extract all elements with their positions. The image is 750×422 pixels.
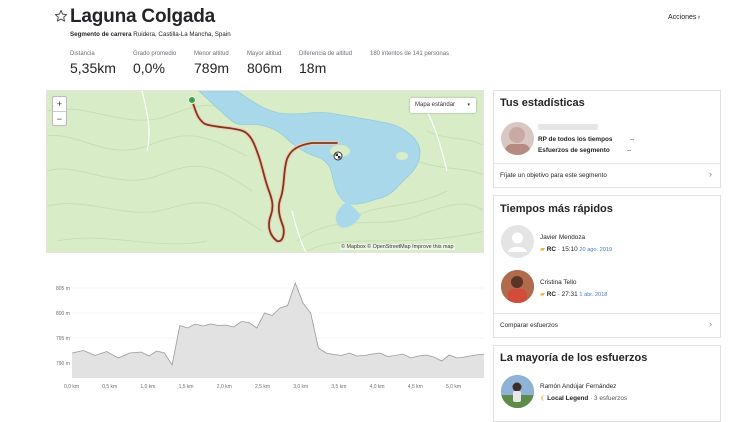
efforts-value: --	[627, 147, 632, 154]
stat-label: Menor altitud	[194, 51, 229, 57]
x-tick-label: 1,5 km	[179, 384, 194, 390]
avatar[interactable]	[501, 122, 534, 155]
x-tick-label: 4,5 km	[408, 384, 423, 390]
map-zoom-control: + −	[52, 96, 67, 126]
set-goal-link[interactable]: Fíjate un objetivo para este segmento	[500, 172, 607, 179]
x-tick-label: 2,5 km	[255, 384, 270, 390]
actions-menu-button[interactable]: Acciones˅	[668, 14, 700, 21]
attempts-count: 180 intentos de 141 personas	[370, 51, 450, 57]
athlete-name[interactable]: Cristina Tello	[540, 279, 576, 286]
y-tick-label: 805 m	[56, 286, 70, 292]
x-tick-label: 1,0 km	[140, 384, 155, 390]
zoom-out-button[interactable]: −	[53, 111, 66, 125]
efforts-count: 3 esfuerzos	[594, 395, 628, 402]
map-attribution[interactable]: © Mapbox © OpenStreetMap Improve this ma…	[340, 244, 455, 250]
segment-subtitle: Segmento de carrera Ruidera, Castilla-La…	[70, 31, 231, 38]
pr-value: --	[630, 136, 635, 143]
caret-down-icon: ▾	[467, 102, 470, 108]
effort-summary: ▰ RC · 15:10 20 ago. 2019	[540, 245, 612, 253]
user-name-blurred	[538, 124, 598, 130]
trophy-icon: ▰	[540, 291, 545, 298]
card-title: La mayoría de los esfuerzos	[500, 352, 648, 364]
card-title: Tus estadísticas	[500, 97, 585, 109]
athlete-name[interactable]: Ramón Andújar Fernández	[540, 383, 616, 390]
segment-type: Segmento de carrera	[70, 31, 132, 38]
stat-label: Diferencia de altitud	[299, 51, 353, 57]
laurel-icon: ❨	[540, 395, 546, 402]
map-style-label: Mapa estándar	[415, 102, 456, 108]
stat-label: Grado promedio	[133, 51, 177, 57]
x-tick-label: 2,0 km	[217, 384, 232, 390]
most-efforts-card: La mayoría de los esfuerzos Ramón Andúja…	[493, 345, 721, 422]
y-tick-label: 790 m	[56, 361, 70, 367]
chevron-right-icon[interactable]: ›	[709, 319, 712, 329]
effort-time: 27:31	[561, 291, 578, 298]
stat-distance: Distancia 5,35km	[70, 51, 116, 76]
stat-value: 0,0%	[133, 60, 165, 76]
y-tick-label: 795 m	[56, 336, 70, 342]
route-start-marker	[188, 96, 196, 104]
zoom-in-button[interactable]: +	[53, 97, 66, 111]
local-legend-summary: ❨ Local Legend · 3 esfuerzos	[540, 394, 627, 402]
effort-date[interactable]: 20 ago. 2019	[579, 247, 612, 253]
stat-value: 5,35km	[70, 60, 116, 76]
trophy-icon: ▰	[540, 246, 545, 253]
avatar[interactable]	[501, 375, 534, 408]
avatar-placeholder[interactable]	[501, 225, 534, 258]
athlete-name[interactable]: Javier Mendoza	[540, 234, 585, 241]
page-title: Laguna Colgada	[70, 6, 215, 27]
course-record-badge: RC	[546, 291, 556, 298]
x-tick-label: 3,5 km	[331, 384, 346, 390]
x-tick-label: 3,0 km	[293, 384, 308, 390]
lake-island	[396, 152, 408, 160]
chevron-right-icon[interactable]: ›	[709, 169, 712, 179]
divider	[494, 313, 720, 314]
map-style-dropdown[interactable]: Mapa estándar ▾	[410, 98, 476, 113]
elevation-y-axis: 805 m 800 m 795 m 790 m	[56, 286, 70, 367]
actions-label: Acciones	[668, 14, 697, 21]
separator: ·	[590, 395, 593, 402]
card-title: Tiempos más rápidos	[500, 203, 613, 215]
stat-average-grade: Grado promedio 0,0%	[133, 51, 176, 76]
effort-summary: ▰ RC · 27:31 1 abr. 2018	[540, 290, 607, 298]
stat-value: 806m	[247, 60, 283, 76]
map-canvas[interactable]	[47, 91, 484, 253]
effort-date[interactable]: 1 abr. 2018	[579, 292, 607, 298]
stat-elevation-difference: Diferencia de altitud 18m	[299, 51, 352, 76]
elevation-profile[interactable]: 805 m 800 m 795 m 790 m 0,0 km 0,5 km 1,0 km 1…	[46, 266, 484, 394]
efforts-label: Esfuerzos de segmento	[538, 147, 610, 154]
stat-lowest-elevation: Menor altitud 789m	[194, 51, 229, 76]
fastest-times-card: Tiempos más rápidos Javier Mendoza ▰ RC …	[493, 195, 721, 338]
stat-value: 789m	[194, 60, 230, 76]
elevation-x-axis: 0,0 km 0,5 km 1,0 km 1,5 km 2,0 km 2,5 km 3,0 …	[64, 384, 461, 390]
pr-label: RP de todos los tiempos	[538, 136, 613, 143]
stat-label: Distancia	[70, 51, 95, 57]
your-stats-card: Tus estadísticas RP de todos los tiempos…	[493, 90, 721, 188]
x-tick-label: 4,0 km	[370, 384, 385, 390]
stat-label: Mayor altitud	[247, 51, 282, 57]
y-tick-label: 800 m	[56, 311, 70, 317]
star-icon[interactable]	[54, 9, 68, 23]
elevation-area	[72, 283, 484, 378]
segment-location: Ruidera, Castilla-La Mancha, Spain	[133, 31, 231, 38]
x-tick-label: 0,5 km	[102, 384, 117, 390]
course-record-badge: RC	[546, 246, 556, 253]
stat-highest-elevation: Mayor altitud 806m	[247, 51, 282, 76]
divider	[494, 163, 720, 164]
avatar[interactable]	[501, 270, 534, 303]
x-tick-label: 0,0 km	[64, 384, 79, 390]
x-tick-label: 5,0 km	[446, 384, 461, 390]
chevron-down-icon: ˅	[697, 15, 701, 21]
route-finish-marker	[333, 151, 343, 161]
separator: ·	[557, 291, 560, 298]
effort-time: 15:10	[561, 246, 578, 253]
local-legend-badge: Local Legend	[547, 395, 589, 402]
segment-map[interactable]	[46, 90, 484, 253]
stat-value: 18m	[299, 60, 327, 76]
separator: ·	[557, 246, 560, 253]
compare-efforts-link[interactable]: Comparar esfuerzos	[500, 322, 558, 329]
